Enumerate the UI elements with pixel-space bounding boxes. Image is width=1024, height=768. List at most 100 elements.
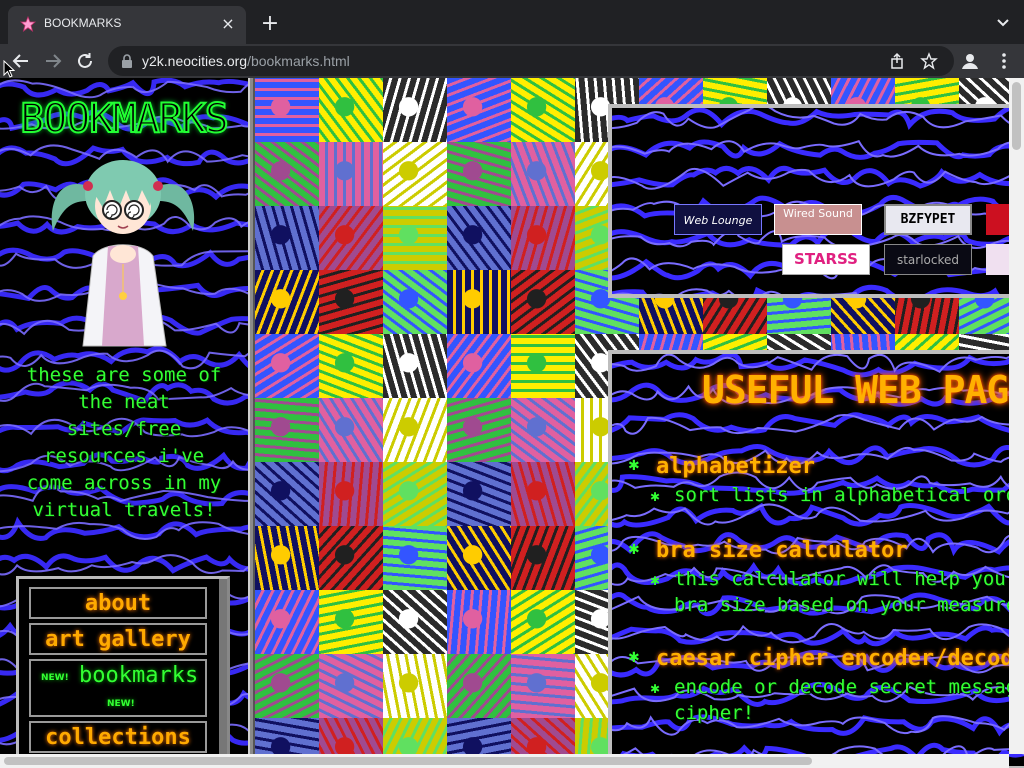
collage-tile [447, 590, 511, 654]
bzfypet-button[interactable]: BZFYPET [884, 204, 972, 235]
tab-search-chevron-icon[interactable] [994, 14, 1012, 32]
reload-icon[interactable] [72, 48, 98, 74]
new-badge: NEW! [41, 673, 69, 683]
collage-tile [319, 718, 383, 758]
collage-tile [447, 462, 511, 526]
profile-icon[interactable] [960, 51, 980, 71]
collage-tile [319, 526, 383, 590]
nav-item-bookmarks-label: bookmarks [79, 663, 199, 688]
collage-tile [255, 590, 319, 654]
nav-item-collections[interactable]: collections [29, 721, 207, 753]
collage-tile [511, 206, 575, 270]
collage-tile [319, 206, 383, 270]
collage-tile [447, 398, 511, 462]
collage-tile [383, 654, 447, 718]
bullet-icon: ✱ [628, 542, 640, 558]
vertical-scrollbar[interactable] [1009, 78, 1024, 754]
mouse-cursor-icon [3, 60, 15, 78]
collage-tile [511, 718, 575, 758]
url-text: y2k.neocities.org/bookmarks.html [142, 53, 350, 69]
resource-link-alphabetizer[interactable]: alphabetizer [656, 454, 815, 479]
url-path: /bookmarks.html [247, 53, 350, 69]
collage-tile [383, 718, 447, 758]
web-lounge-button-label: Web Lounge [683, 214, 753, 227]
bookmark-star-icon[interactable] [920, 52, 938, 70]
resource-description: this calculator will help you bra size b… [674, 568, 1024, 616]
collage-tile [447, 334, 511, 398]
collage-tile [383, 78, 447, 142]
lock-icon[interactable] [120, 53, 134, 69]
collage-tile [447, 270, 511, 334]
collage-tile [319, 654, 383, 718]
bzfypet-button-label: BZFYPET [900, 212, 956, 227]
collage-tile [255, 718, 319, 758]
collage-tile [255, 654, 319, 718]
nav-item-bookmarks[interactable]: bookmarks NEW! NEW! [29, 659, 207, 717]
collage-tile [383, 398, 447, 462]
collage-tile [383, 334, 447, 398]
collage-tile [447, 142, 511, 206]
collage-tile [255, 334, 319, 398]
collage-tile [255, 270, 319, 334]
collage-tile [255, 526, 319, 590]
bullet-icon: ✱ [628, 650, 640, 666]
nav-scrollbar[interactable] [219, 579, 227, 758]
stars-button-label: STARSS [794, 250, 858, 268]
toolbar: y2k.neocities.org/bookmarks.html [0, 44, 1024, 78]
anime-girl-illustration [51, 160, 195, 347]
nav-item-about[interactable]: about [29, 587, 207, 619]
collage-tile [319, 334, 383, 398]
collage-tile [319, 462, 383, 526]
collage-tile [511, 526, 575, 590]
collage-tile [255, 398, 319, 462]
bullet-icon: ✱ [650, 574, 661, 588]
sidebar: BOOKMARKS BOOKMARKS these are some of th… [0, 78, 248, 758]
useful-pages-panel: USEFUL WEB PAGES ✱ alphabetizer ✱ sort l… [608, 350, 1024, 768]
share-icon[interactable] [888, 52, 906, 70]
collage-tile [511, 398, 575, 462]
collage-tile [511, 142, 575, 206]
collage-tile [447, 526, 511, 590]
starlocked-button[interactable]: starlocked [884, 244, 972, 275]
forward-arrow-icon[interactable] [40, 48, 66, 74]
horizontal-scrollbar[interactable] [0, 754, 1009, 768]
wired-sound-button[interactable]: Wired Sound [774, 204, 862, 235]
resource-link-bra-size-calculator[interactable]: bra size calculator [656, 538, 908, 563]
collage-tile [319, 590, 383, 654]
sidebar-intro-text: these are some of the neat sites/free re… [26, 364, 222, 521]
resource-description: sort lists in alphabetical order [674, 484, 1024, 506]
collage-tile [255, 78, 319, 142]
useful-pages-title: USEFUL WEB PAGES [702, 368, 1024, 412]
url-host: y2k.neocities.org [142, 53, 248, 69]
resource-description: encode or decode secret messages cipher! [674, 676, 1024, 724]
address-bar[interactable]: y2k.neocities.org/bookmarks.html [108, 46, 954, 76]
collage-tile [511, 654, 575, 718]
starlocked-button-label: starlocked [896, 253, 960, 267]
new-tab-icon[interactable]: + [258, 12, 282, 36]
nav-item-art-gallery[interactable]: art gallery [29, 623, 207, 655]
collage-tile [255, 142, 319, 206]
horizontal-scroll-thumb[interactable] [4, 757, 812, 765]
collage-tile [447, 654, 511, 718]
collage-tile [383, 526, 447, 590]
star-favicon-icon [20, 16, 36, 32]
bullet-icon: ✱ [628, 458, 640, 474]
collage-tile [383, 206, 447, 270]
collage-tile [447, 718, 511, 758]
web-lounge-button[interactable]: Web Lounge [674, 204, 762, 235]
collage-tile [383, 590, 447, 654]
collage-tile [511, 334, 575, 398]
collage-tile [319, 270, 383, 334]
tab-bar: BOOKMARKS × + [0, 0, 1024, 44]
stars-button[interactable]: STARSS [782, 244, 870, 275]
bullet-icon: ✱ [650, 682, 661, 696]
bullet-icon: ✱ [650, 490, 661, 504]
collage-tile [319, 142, 383, 206]
resource-link-caesar-cipher[interactable]: caesar cipher encoder/decoder [656, 646, 1024, 671]
sidebar-title: BOOKMARKS [19, 95, 230, 143]
active-tab[interactable]: BOOKMARKS × [8, 6, 246, 44]
vertical-scroll-thumb[interactable] [1012, 82, 1021, 150]
close-tab-icon[interactable]: × [218, 14, 238, 34]
collage-tile [447, 206, 511, 270]
menu-kebab-icon[interactable] [994, 51, 1014, 71]
